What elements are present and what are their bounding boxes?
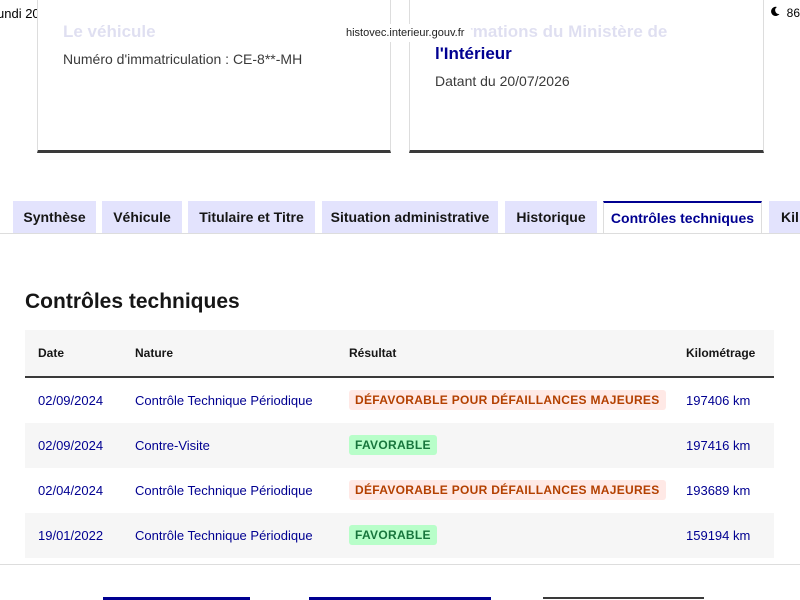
- row-km: 193689 km: [686, 483, 751, 498]
- tab-bar: Synthèse Véhicule Titulaire et Titre Sit…: [0, 201, 800, 235]
- row-nature: Contrôle Technique Périodique: [135, 393, 313, 408]
- tab-synthese[interactable]: Synthèse: [13, 201, 96, 233]
- header-km: Kilométrage: [686, 346, 756, 360]
- vehicle-card-title: Le véhicule: [63, 22, 156, 41]
- moon-icon: [770, 6, 783, 20]
- plate-number: Numéro d'immatriculation : CE-8**-MH: [63, 51, 303, 67]
- ministry-card: Informations du Ministère de l'Intérieur…: [409, 0, 764, 153]
- vehicle-card: Le véhicule Numéro d'immatriculation : C…: [37, 0, 391, 153]
- tab-kilometrage[interactable]: Kil: [769, 201, 800, 233]
- table-header: Date Nature Résultat Kilométrage: [25, 330, 774, 378]
- tab-historique[interactable]: Historique: [505, 201, 597, 233]
- tab-vehicule[interactable]: Véhicule: [102, 201, 182, 233]
- table-row: 02/09/2024 Contrôle Technique Périodique…: [25, 378, 774, 423]
- row-nature: Contre-Visite: [135, 438, 210, 453]
- ministry-card-date: Datant du 20/07/2026: [435, 73, 570, 89]
- status-badge: FAVORABLE: [349, 435, 437, 455]
- row-km: 159194 km: [686, 528, 751, 543]
- bottom-button-3[interactable]: [543, 597, 704, 599]
- table-row: 02/04/2024 Contrôle Technique Périodique…: [25, 468, 774, 513]
- row-date: 02/09/2024: [38, 438, 104, 453]
- section-title: Contrôles techniques: [25, 290, 240, 313]
- row-date: 02/04/2024: [38, 483, 104, 498]
- tab-situation-administrative[interactable]: Situation administrative: [322, 201, 498, 233]
- row-date: 19/01/2022: [38, 528, 104, 543]
- tab-controles-techniques[interactable]: Contrôles techniques: [603, 201, 762, 235]
- url-bar[interactable]: histovec.interieur.gouv.fr: [338, 24, 473, 42]
- table-row: 19/01/2022 Contrôle Technique Périodique…: [25, 513, 774, 558]
- row-nature: Contrôle Technique Périodique: [135, 528, 313, 543]
- row-date: 02/09/2024: [38, 393, 104, 408]
- controls-table: Date Nature Résultat Kilométrage 02/09/2…: [25, 330, 774, 558]
- status-badge: DÉFAVORABLE POUR DÉFAILLANCES MAJEURES: [349, 480, 666, 500]
- battery-text: 86: [786, 6, 800, 20]
- tab-titulaire-et-titre[interactable]: Titulaire et Titre: [188, 201, 315, 233]
- row-km: 197416 km: [686, 438, 751, 453]
- row-nature: Contrôle Technique Périodique: [135, 483, 313, 498]
- table-row: 02/09/2024 Contre-Visite FAVORABLE 19741…: [25, 423, 774, 468]
- header-nature: Nature: [135, 346, 174, 360]
- header-date: Date: [38, 346, 65, 360]
- status-badge: DÉFAVORABLE POUR DÉFAILLANCES MAJEURES: [349, 390, 666, 410]
- row-km: 197406 km: [686, 393, 751, 408]
- header-result: Résultat: [349, 346, 397, 360]
- status-badge: FAVORABLE: [349, 525, 437, 545]
- ministry-card-title: l'Intérieur: [435, 44, 512, 63]
